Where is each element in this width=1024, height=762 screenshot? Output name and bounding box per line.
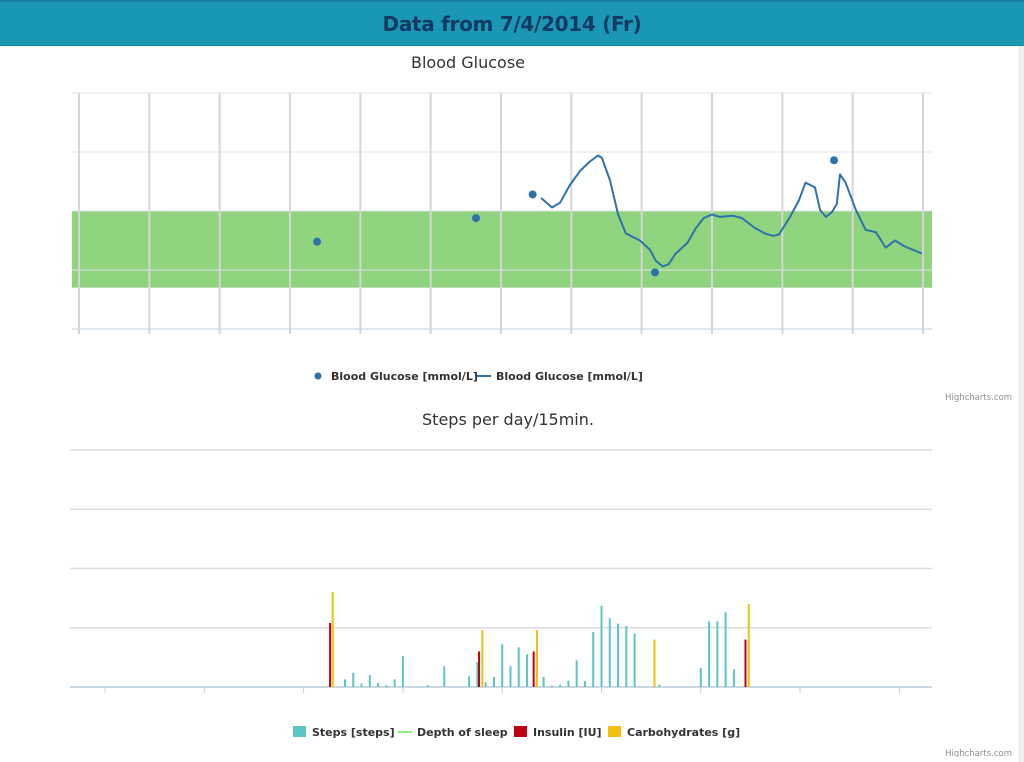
steps-bar: [501, 644, 504, 687]
legend-item-insulin[interactable]: Insulin [IU]: [514, 726, 602, 739]
insulin-bar: [532, 651, 535, 687]
steps-bar: [385, 685, 388, 687]
legend-dot-icon: [314, 372, 322, 380]
carbs-bar: [653, 639, 656, 687]
glucose-point: [313, 237, 322, 246]
legend-square-icon: [293, 726, 306, 737]
glucose-chart-title: Blood Glucose: [411, 53, 525, 72]
glucose-point: [472, 214, 481, 223]
steps-bar: [724, 612, 727, 687]
legend-label: Depth of sleep: [417, 726, 508, 739]
glucose-point: [651, 268, 660, 277]
steps-bar: [343, 679, 346, 687]
steps-bar: [732, 669, 735, 687]
insulin-bar: [478, 651, 481, 687]
page-scrollbar[interactable]: [1018, 46, 1024, 762]
legend-square-icon: [514, 726, 527, 737]
insulin-bar: [744, 639, 747, 687]
steps-bar: [509, 666, 512, 687]
legend-label: Insulin [IU]: [533, 726, 602, 739]
legend-square-icon: [608, 726, 621, 737]
steps-bar: [401, 656, 404, 687]
legend-item-carbs[interactable]: Carbohydrates [g]: [608, 726, 740, 739]
legend-label: Blood Glucose [mmol/L]: [496, 370, 643, 383]
steps-bar: [583, 681, 586, 687]
steps-chart: Steps per day/15min. Steps [steps] Depth…: [70, 410, 1012, 757]
steps-bar: [517, 647, 520, 687]
steps-bar: [443, 666, 446, 687]
legend-item-glucose-line[interactable]: Blood Glucose [mmol/L]: [477, 370, 643, 383]
steps-bar: [550, 685, 553, 687]
page-header: Data from 7/4/2014 (Fr): [0, 0, 1024, 46]
credits-link[interactable]: Highcharts.com: [945, 749, 1012, 757]
steps-bar: [617, 623, 620, 687]
steps-bar: [567, 680, 570, 687]
glucose-legend: Blood Glucose [mmol/L] Blood Glucose [mm…: [314, 370, 643, 383]
steps-bar: [658, 684, 661, 687]
steps-bar: [625, 625, 628, 687]
steps-bar: [600, 605, 603, 687]
legend-label: Blood Glucose [mmol/L]: [331, 370, 478, 383]
steps-bar: [484, 682, 487, 687]
legend-item-glucose-scatter[interactable]: Blood Glucose [mmol/L]: [314, 370, 478, 383]
steps-bar: [542, 676, 545, 687]
steps-bar: [559, 684, 562, 687]
steps-bar: [716, 621, 719, 687]
steps-bar: [352, 672, 355, 687]
legend-label: Carbohydrates [g]: [627, 726, 740, 739]
steps-bar: [608, 618, 611, 687]
steps-bar: [633, 633, 636, 687]
steps-bar: [368, 675, 371, 687]
legend-item-sleep[interactable]: Depth of sleep: [398, 726, 508, 739]
carbs-bar: [331, 592, 334, 687]
blood-glucose-chart: Blood Glucose Blood Glucose [mmol/L] Blo…: [72, 53, 1012, 403]
glucose-point: [830, 156, 839, 165]
steps-bar: [575, 660, 578, 687]
glucose-point: [528, 190, 537, 199]
steps-bar: [708, 621, 711, 687]
carbs-bar: [747, 604, 750, 687]
credits-link[interactable]: Highcharts.com: [945, 393, 1012, 403]
steps-bar: [492, 676, 495, 687]
steps-bar: [526, 654, 529, 687]
steps-bar: [699, 668, 702, 687]
steps-legend: Steps [steps] Depth of sleep Insulin [IU…: [293, 726, 740, 739]
steps-bar: [377, 682, 380, 687]
carbs-bar: [535, 630, 538, 687]
steps-bar: [360, 683, 363, 687]
steps-chart-title: Steps per day/15min.: [422, 410, 594, 429]
steps-bar: [426, 685, 429, 687]
carbs-bar: [481, 630, 484, 687]
steps-bar: [468, 676, 471, 687]
steps-bar: [393, 679, 396, 687]
legend-item-steps[interactable]: Steps [steps]: [293, 726, 395, 739]
legend-label: Steps [steps]: [312, 726, 395, 739]
insulin-bar: [329, 623, 332, 687]
page-title: Data from 7/4/2014 (Fr): [382, 11, 642, 36]
steps-bar: [592, 631, 595, 687]
